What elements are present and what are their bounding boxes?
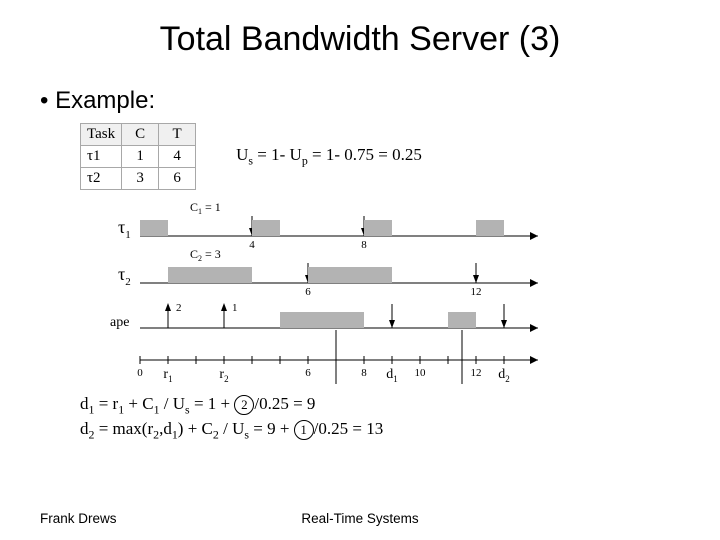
formula-us: Us = 1- Up = 1- 0.75 = 0.25	[236, 145, 422, 168]
label-c2: C	[190, 247, 198, 261]
txt: = 1- U	[253, 145, 302, 164]
th-c: C	[122, 124, 159, 146]
bullet-example: • Example:	[40, 87, 680, 115]
tick: 6	[305, 286, 311, 298]
svg-text:r2: r2	[219, 367, 228, 384]
arrival-cost: 1	[232, 302, 238, 314]
cell: τ1	[81, 146, 122, 168]
table-row: τ1 1 4	[81, 146, 196, 168]
label-c1: C	[190, 200, 198, 214]
equations: d1 = r1 + C1 / Us = 1 + 2/0.25 = 9 d2 = …	[80, 394, 680, 443]
svg-text:C1 = 1: C1 = 1	[190, 200, 221, 216]
arrival-cost: 2	[176, 302, 182, 314]
label-tau2-i: 2	[125, 276, 131, 288]
bullet-text: Example:	[55, 87, 155, 114]
tick: 0	[137, 367, 143, 379]
th-t: T	[159, 124, 196, 146]
th-task: Task	[81, 124, 122, 146]
circled-value: 2	[234, 395, 254, 415]
label-ape: ape	[110, 315, 129, 330]
svg-text:τ1: τ1	[118, 217, 131, 241]
label-tau2: τ	[118, 264, 125, 284]
label-r1-i: 1	[168, 374, 173, 384]
cell: 1	[122, 146, 159, 168]
timeline-diagram: τ1 C1 = 1 4 8 τ2 C2 =	[80, 198, 680, 388]
cell: 3	[122, 168, 159, 190]
svg-text:d1: d1	[386, 367, 398, 384]
label-r2-i: 2	[224, 374, 229, 384]
equation-d1: d1 = r1 + C1 / Us = 1 + 2/0.25 = 9	[80, 394, 680, 417]
tick: 6	[305, 367, 311, 379]
label-d1: d	[386, 367, 393, 382]
txt: = 1- 0.75 = 0.25	[308, 145, 422, 164]
equation-d2: d2 = max(r2,d1) + C2 / Us = 9 + 1/0.25 =…	[80, 419, 680, 442]
circled-value: 1	[294, 420, 314, 440]
svg-text:d2: d2	[498, 367, 510, 384]
task-table: Task C T τ1 1 4 τ2 3 6	[80, 123, 196, 190]
cell: 6	[159, 168, 196, 190]
svg-text:τ2: τ2	[118, 264, 131, 288]
footer-course: Real-Time Systems	[301, 511, 418, 526]
label-c2-v: = 3	[202, 247, 221, 261]
label-d1-i: 1	[393, 374, 398, 384]
label-d2-i: 2	[505, 374, 510, 384]
page-title: Total Bandwidth Server (3)	[40, 20, 680, 59]
svg-text:r1: r1	[163, 367, 172, 384]
label-c1-v: = 1	[202, 200, 221, 214]
label-d2: d	[498, 367, 505, 382]
label-tau1-i: 1	[125, 229, 131, 241]
tick: 8	[361, 239, 367, 251]
cell: τ2	[81, 168, 122, 190]
table-row: τ2 3 6	[81, 168, 196, 190]
txt: U	[236, 145, 248, 164]
tick: 12	[471, 367, 482, 379]
tick: 8	[361, 367, 367, 379]
cell: 4	[159, 146, 196, 168]
tick: 12	[471, 286, 482, 298]
tick: 10	[415, 367, 427, 379]
tick: 4	[249, 239, 255, 251]
footer-author: Frank Drews	[40, 511, 117, 526]
label-tau1: τ	[118, 217, 125, 237]
svg-text:C2 = 3: C2 = 3	[190, 247, 221, 263]
